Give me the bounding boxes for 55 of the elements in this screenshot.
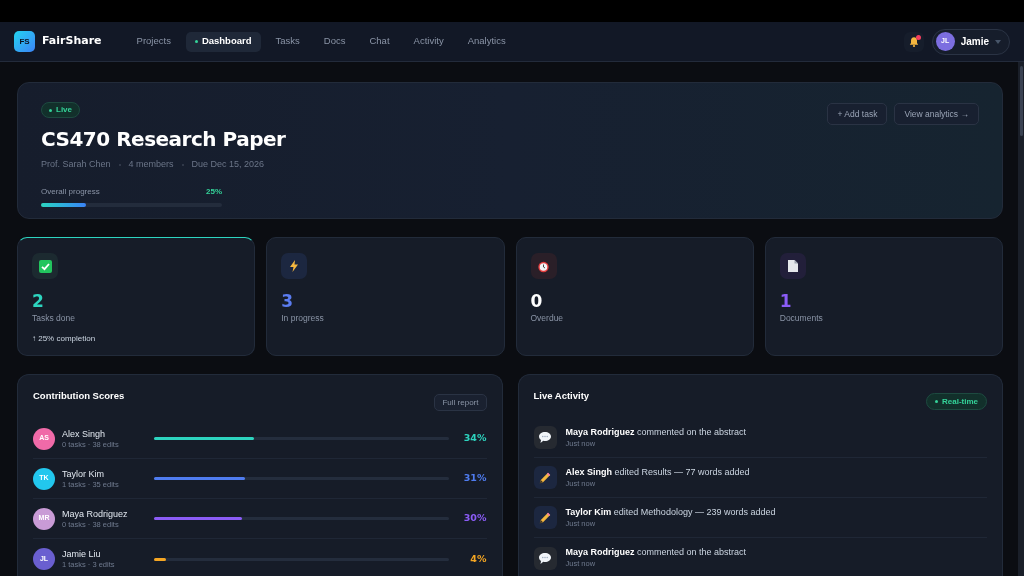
scrollbar[interactable]: [1018, 62, 1024, 576]
stat-label: Tasks done: [32, 312, 76, 325]
nav-tab[interactable]: Chat: [360, 31, 399, 52]
activity-text: Maya Rodriguez commented on the abstract: [565, 425, 747, 438]
member-name: Maya Rodriguez: [62, 507, 129, 520]
stat-note: ↑ 25% completion: [32, 332, 97, 345]
activity-text: Taylor Kim edited Methodology — 239 words added: [565, 505, 776, 518]
member-name: Jamie Liu: [62, 548, 102, 560]
stat-label: Documents: [779, 312, 824, 325]
project-meta: Prof. Sarah Chen: [41, 158, 111, 171]
checkbox-icon: [38, 259, 52, 273]
nav-tab[interactable]: Activity: [404, 31, 453, 52]
activity-text: Alex Singh edited Results — 77 words added: [565, 465, 750, 478]
stat-value: 1: [779, 291, 793, 311]
pencil-icon: [539, 471, 551, 484]
nav-tab[interactable]: Docs: [314, 31, 355, 52]
score-percent: 30%: [462, 511, 487, 526]
project-meta: Due Dec 15, 2026: [191, 158, 265, 171]
nav-tab[interactable]: Projects: [127, 31, 180, 52]
panel-title: Live Activity: [533, 389, 590, 403]
live-badge: Live: [41, 102, 80, 118]
caret-icon: [995, 39, 1001, 44]
view-analytics-button[interactable]: View analytics →: [894, 103, 979, 125]
document-icon: [787, 260, 798, 272]
bell-icon: [907, 35, 920, 48]
progress-label: Overall progress: [41, 185, 100, 198]
nav-tab[interactable]: Analytics: [458, 31, 515, 52]
panel-title: Contribution Scores: [33, 389, 125, 403]
speech-bubble-icon: [539, 552, 551, 564]
real-time-badge: Real-time: [926, 393, 987, 410]
notifications-button[interactable]: [903, 31, 924, 52]
nav-tab[interactable]: Dashboard: [185, 31, 261, 52]
score-percent: 31%: [462, 471, 487, 486]
member-name: Alex Singh: [62, 427, 107, 440]
logo-icon: FS: [14, 31, 35, 52]
nav-tab[interactable]: Tasks: [266, 31, 309, 52]
score-percent: 34%: [462, 431, 487, 446]
stat-value: 2: [32, 291, 45, 311]
stat-label: In progress: [281, 312, 325, 325]
pencil-icon: [539, 511, 551, 524]
activity-text: Maya Rodriguez commented on the abstract: [565, 546, 747, 558]
score-percent: 4%: [469, 551, 487, 566]
member-name: Taylor Kim: [62, 467, 105, 480]
lightning-icon: [290, 260, 299, 272]
brand-name: FairShare: [42, 33, 102, 50]
stat-value: 3: [281, 291, 295, 311]
project-title: CS470 Research Paper: [41, 126, 286, 153]
stat-value: 0: [530, 291, 544, 311]
alarm-clock-icon: [537, 259, 550, 273]
full-report-button[interactable]: Full report: [434, 394, 487, 411]
progress-reading: 25%: [206, 185, 222, 198]
project-meta: 4 members: [128, 158, 174, 171]
speech-bubble-icon: [539, 432, 551, 443]
add-task-button[interactable]: + Add task: [827, 103, 888, 125]
stat-label: Overdue: [530, 312, 565, 325]
